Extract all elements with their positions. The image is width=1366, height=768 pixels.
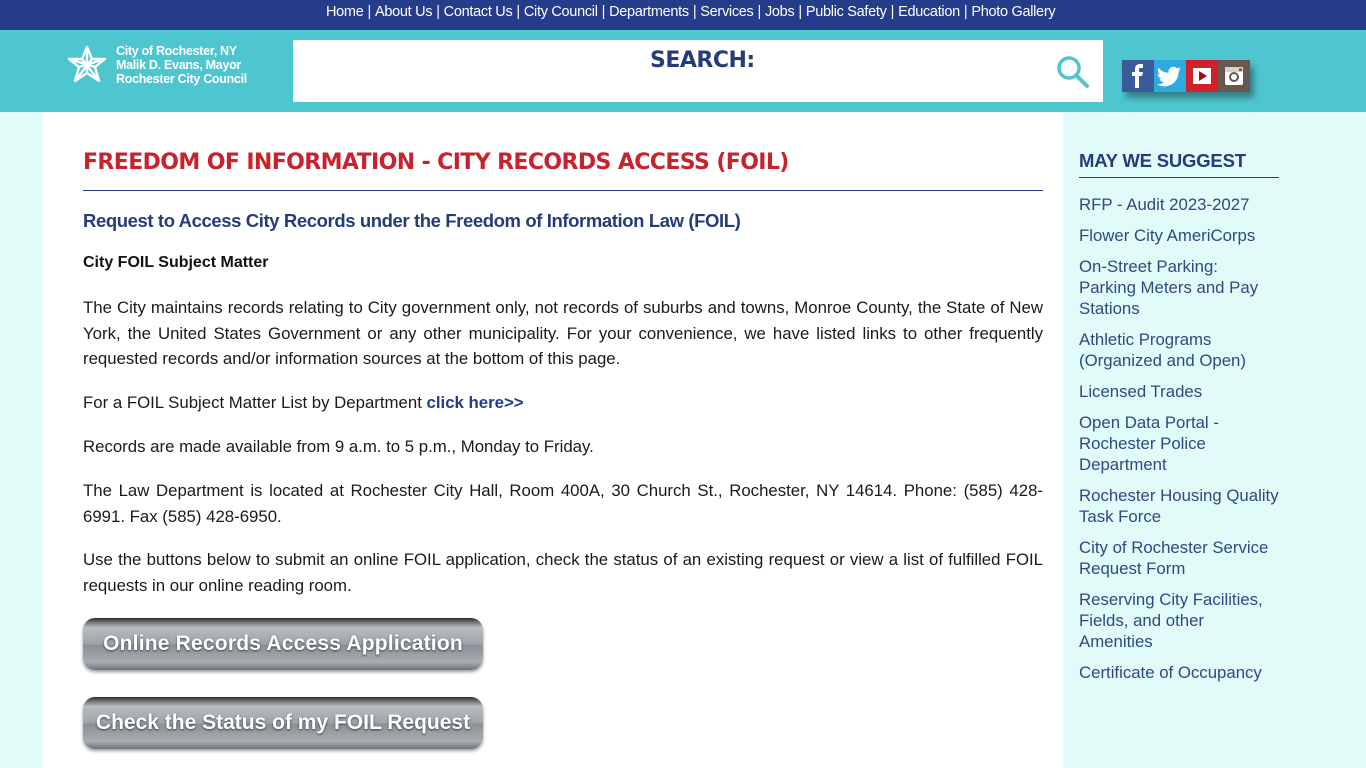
- suggestion-link[interactable]: Flower City AmeriCorps: [1079, 225, 1279, 246]
- suggestions-sidebar: MAY WE SUGGEST RFP - Audit 2023-2027 Flo…: [1079, 150, 1279, 693]
- nav-separator: |: [963, 4, 968, 20]
- page-title: FREEDOM OF INFORMATION - CITY RECORDS AC…: [83, 150, 789, 175]
- nav-photo-gallery[interactable]: Photo Gallery: [971, 4, 1055, 20]
- top-navigation: Home | About Us | Contact Us | City Council | De…: [0, 0, 1366, 30]
- section-heading: City FOIL Subject Matter: [83, 254, 269, 271]
- nav-jobs[interactable]: Jobs: [765, 4, 795, 20]
- suggestion-link[interactable]: Reserving City Facilities, Fields, and o…: [1079, 589, 1279, 652]
- logo-text: City of Rochester, NY Malik D. Evans, Ma…: [116, 44, 247, 86]
- nav-separator: |: [798, 4, 802, 20]
- suggestion-list: RFP - Audit 2023-2027 Flower City AmeriC…: [1079, 194, 1279, 683]
- nav-services[interactable]: Services: [700, 4, 754, 20]
- suggestion-link[interactable]: Certificate of Occupancy: [1079, 662, 1279, 683]
- page-subtitle: Request to Access City Records under the…: [83, 210, 741, 231]
- instructions-paragraph: Use the buttons below to submit an onlin…: [83, 550, 1043, 595]
- suggestion-link[interactable]: Licensed Trades: [1079, 381, 1279, 402]
- nav-separator: |: [692, 4, 697, 20]
- nav-education[interactable]: Education: [898, 4, 960, 20]
- nav-separator: |: [367, 4, 371, 20]
- logo-line-council: Rochester City Council: [116, 72, 247, 86]
- city-logo[interactable]: City of Rochester, NY Malik D. Evans, Ma…: [66, 44, 247, 86]
- nav-separator: |: [757, 4, 762, 20]
- suggestion-link[interactable]: City of Rochester Service Request Form: [1079, 537, 1279, 579]
- search-box: SEARCH:: [293, 40, 1103, 102]
- sidebar-title: MAY WE SUGGEST: [1079, 150, 1279, 178]
- twitter-icon[interactable]: [1154, 60, 1186, 92]
- suggestion-link[interactable]: Athletic Programs (Organized and Open): [1079, 329, 1279, 371]
- nav-contact-us[interactable]: Contact Us: [444, 4, 513, 20]
- instagram-icon[interactable]: [1218, 60, 1250, 92]
- nav-separator: |: [436, 4, 440, 20]
- logo-line-mayor: Malik D. Evans, Mayor: [116, 58, 241, 72]
- site-header: City of Rochester, NY Malik D. Evans, Ma…: [0, 30, 1366, 112]
- nav-separator: |: [890, 4, 895, 20]
- suggestion-link[interactable]: Open Data Portal - Rochester Police Depa…: [1079, 412, 1279, 475]
- suggestion-link[interactable]: On-Street Parking: Parking Meters and Pa…: [1079, 256, 1279, 319]
- check-foil-status-button[interactable]: Check the Status of my FOIL Request: [83, 697, 483, 749]
- nav-home[interactable]: Home: [326, 4, 364, 20]
- youtube-icon[interactable]: [1186, 60, 1218, 92]
- subject-list-text: For a FOIL Subject Matter List by Depart…: [83, 393, 427, 412]
- nav-about-us[interactable]: About Us: [375, 4, 433, 20]
- click-here-link[interactable]: click here>>: [427, 393, 524, 412]
- nav-public-safety[interactable]: Public Safety: [806, 4, 887, 20]
- online-records-access-button[interactable]: Online Records Access Application: [83, 618, 483, 670]
- social-links: [1122, 60, 1250, 92]
- top-nav-links: Home | About Us | Contact Us | City Council | De…: [326, 4, 1056, 20]
- hours-paragraph: Records are made available from 9 a.m. t…: [83, 437, 594, 456]
- title-divider: [83, 190, 1043, 191]
- suggestion-link[interactable]: RFP - Audit 2023-2027: [1079, 194, 1279, 215]
- nav-separator: |: [601, 4, 606, 20]
- logo-line-city: City of Rochester, NY: [116, 44, 237, 58]
- nav-departments[interactable]: Departments: [609, 4, 689, 20]
- nav-separator: |: [516, 4, 520, 20]
- flower-star-logo-icon: [67, 45, 107, 83]
- search-label: SEARCH:: [650, 48, 755, 73]
- intro-paragraph: The City maintains records relating to C…: [83, 298, 1043, 368]
- facebook-icon[interactable]: [1122, 60, 1154, 92]
- nav-city-council[interactable]: City Council: [524, 4, 598, 20]
- subject-list-paragraph: For a FOIL Subject Matter List by Depart…: [83, 390, 1043, 416]
- search-icon[interactable]: [1055, 54, 1091, 90]
- location-paragraph: The Law Department is located at Rochest…: [83, 481, 1043, 526]
- main-content: FREEDOM OF INFORMATION - CITY RECORDS AC…: [43, 112, 1063, 768]
- suggestion-link[interactable]: Rochester Housing Quality Task Force: [1079, 485, 1279, 527]
